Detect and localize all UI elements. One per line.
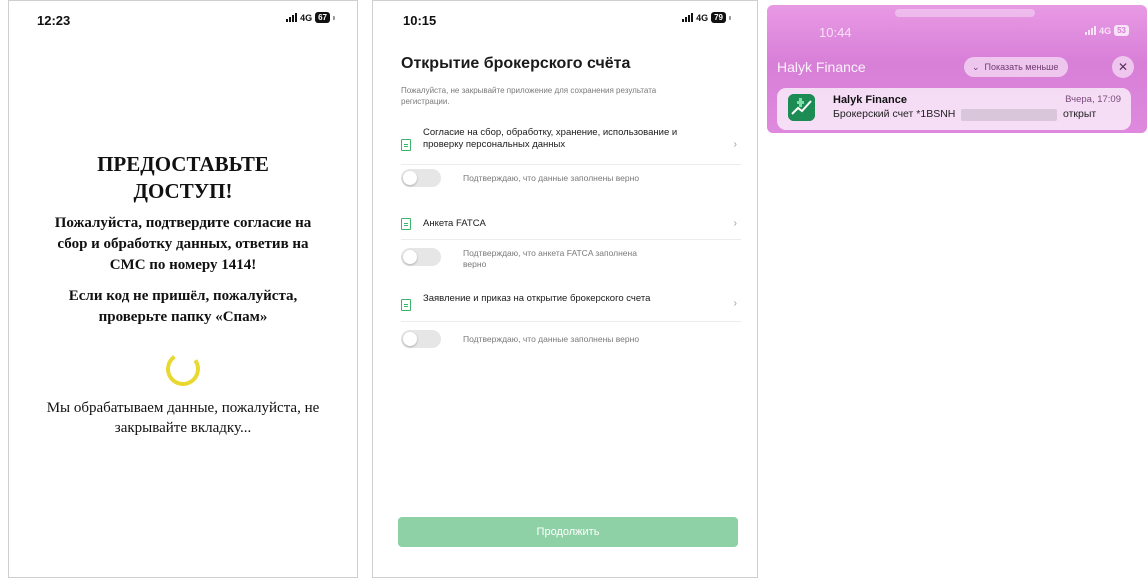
confirm-row-fatca: Подтверждаю, что анкета FATCA заполнена …	[401, 248, 643, 270]
chevron-right-icon: ›	[733, 139, 737, 150]
notification-group-title: Halyk Finance	[777, 59, 866, 75]
status-time: 12:23	[37, 13, 71, 28]
show-less-label: Показать меньше	[984, 62, 1059, 72]
confirm-label: Подтверждаю, что данные заполнены верно	[463, 334, 640, 344]
confirm-row-consent: Подтверждаю, что данные заполнены верно	[401, 169, 663, 187]
halyk-finance-app-icon	[788, 94, 815, 121]
consent-message: ПРЕДОСТАВЬТЕ ДОСТУП! Пожалуйста, подтвер…	[9, 151, 357, 438]
confirm-toggle-consent[interactable]	[401, 169, 441, 187]
document-item-application[interactable]: Заявление и приказ на открытие брокерско…	[401, 293, 741, 311]
broker-account-screen: 10:15 4G 79 Открытие брокерского счёта П…	[372, 0, 758, 578]
confirm-row-application: Подтверждаю, что данные заполнены верно	[401, 330, 663, 348]
divider	[401, 239, 741, 240]
notification-time: Вчера, 17:09	[1065, 94, 1121, 105]
document-icon	[401, 218, 411, 230]
page-title: ПРЕДОСТАВЬТЕ ДОСТУП!	[97, 152, 269, 203]
signal-icon	[682, 13, 694, 22]
confirm-label: Подтверждаю, что анкета FATCA заполнена …	[463, 248, 637, 269]
document-label: Анкета FATCA	[423, 218, 486, 229]
document-label: Заявление и приказ на открытие брокерско…	[423, 293, 651, 304]
document-item-fatca[interactable]: Анкета FATCA ›	[401, 216, 741, 230]
confirm-toggle-application[interactable]	[401, 330, 441, 348]
document-icon	[401, 139, 411, 151]
document-item-consent[interactable]: Согласие на сбор, обработку, хранение, и…	[401, 127, 741, 151]
show-less-button[interactable]: ⌄ Показать меньше	[964, 57, 1069, 77]
battery-tip	[729, 15, 731, 20]
page-subtitle: Пожалуйста, не закрывайте приложение для…	[401, 86, 657, 106]
processing-status: Мы обрабатываем данные, пожалуйста, не з…	[46, 400, 320, 436]
chevron-right-icon: ›	[733, 298, 737, 309]
divider	[401, 321, 741, 322]
page-title: Открытие брокерского счёта	[401, 55, 631, 72]
redacted-block	[961, 109, 1057, 121]
confirm-toggle-fatca[interactable]	[401, 248, 441, 266]
battery-icon: 67	[315, 12, 330, 23]
network-label: 4G	[300, 12, 313, 23]
loading-spinner-icon	[163, 349, 203, 389]
signal-icon	[1085, 26, 1097, 35]
notification-card[interactable]: Halyk Finance Вчера, 17:09 Брокерский сч…	[777, 88, 1131, 130]
battery-icon: 53	[1114, 25, 1129, 36]
blurred-header	[895, 9, 1035, 17]
instruction-text: Пожалуйста, подтвердите согласие на сбор…	[54, 215, 312, 273]
continue-button[interactable]: Продолжить	[398, 517, 738, 547]
close-button[interactable]: ✕	[1112, 56, 1134, 78]
network-label: 4G	[1099, 25, 1112, 36]
document-icon	[401, 299, 411, 311]
notification-panel: 10:44 4G 53 Halyk Finance ⌄ Показать мен…	[767, 5, 1147, 133]
battery-tip	[333, 15, 335, 20]
sms-consent-screen: 12:23 4G 67 ПРЕДОСТАВЬТЕ ДОСТУП! Пожалуй…	[8, 0, 358, 578]
notification-body-status: открыт	[1063, 108, 1097, 120]
confirm-label: Подтверждаю, что данные заполнены верно	[463, 173, 640, 183]
chevron-right-icon: ›	[733, 218, 737, 229]
document-label: Согласие на сбор, обработку, хранение, и…	[423, 127, 678, 150]
signal-icon	[286, 13, 298, 22]
notification-body: Брокерский счет *1BSNH	[833, 108, 956, 120]
divider	[401, 164, 741, 165]
status-indicators: 4G 53	[1085, 25, 1129, 36]
status-time: 10:15	[403, 13, 437, 28]
battery-icon: 79	[711, 12, 726, 23]
notification-title: Halyk Finance	[833, 94, 907, 106]
status-indicators: 4G 79	[682, 12, 731, 23]
network-label: 4G	[696, 12, 709, 23]
status-indicators: 4G 67	[286, 12, 335, 23]
status-time: 10:44	[819, 25, 852, 40]
spam-hint-text: Если код не пришёл, пожалуйста, проверьт…	[68, 288, 298, 325]
chevron-down-icon: ⌄	[972, 62, 980, 72]
